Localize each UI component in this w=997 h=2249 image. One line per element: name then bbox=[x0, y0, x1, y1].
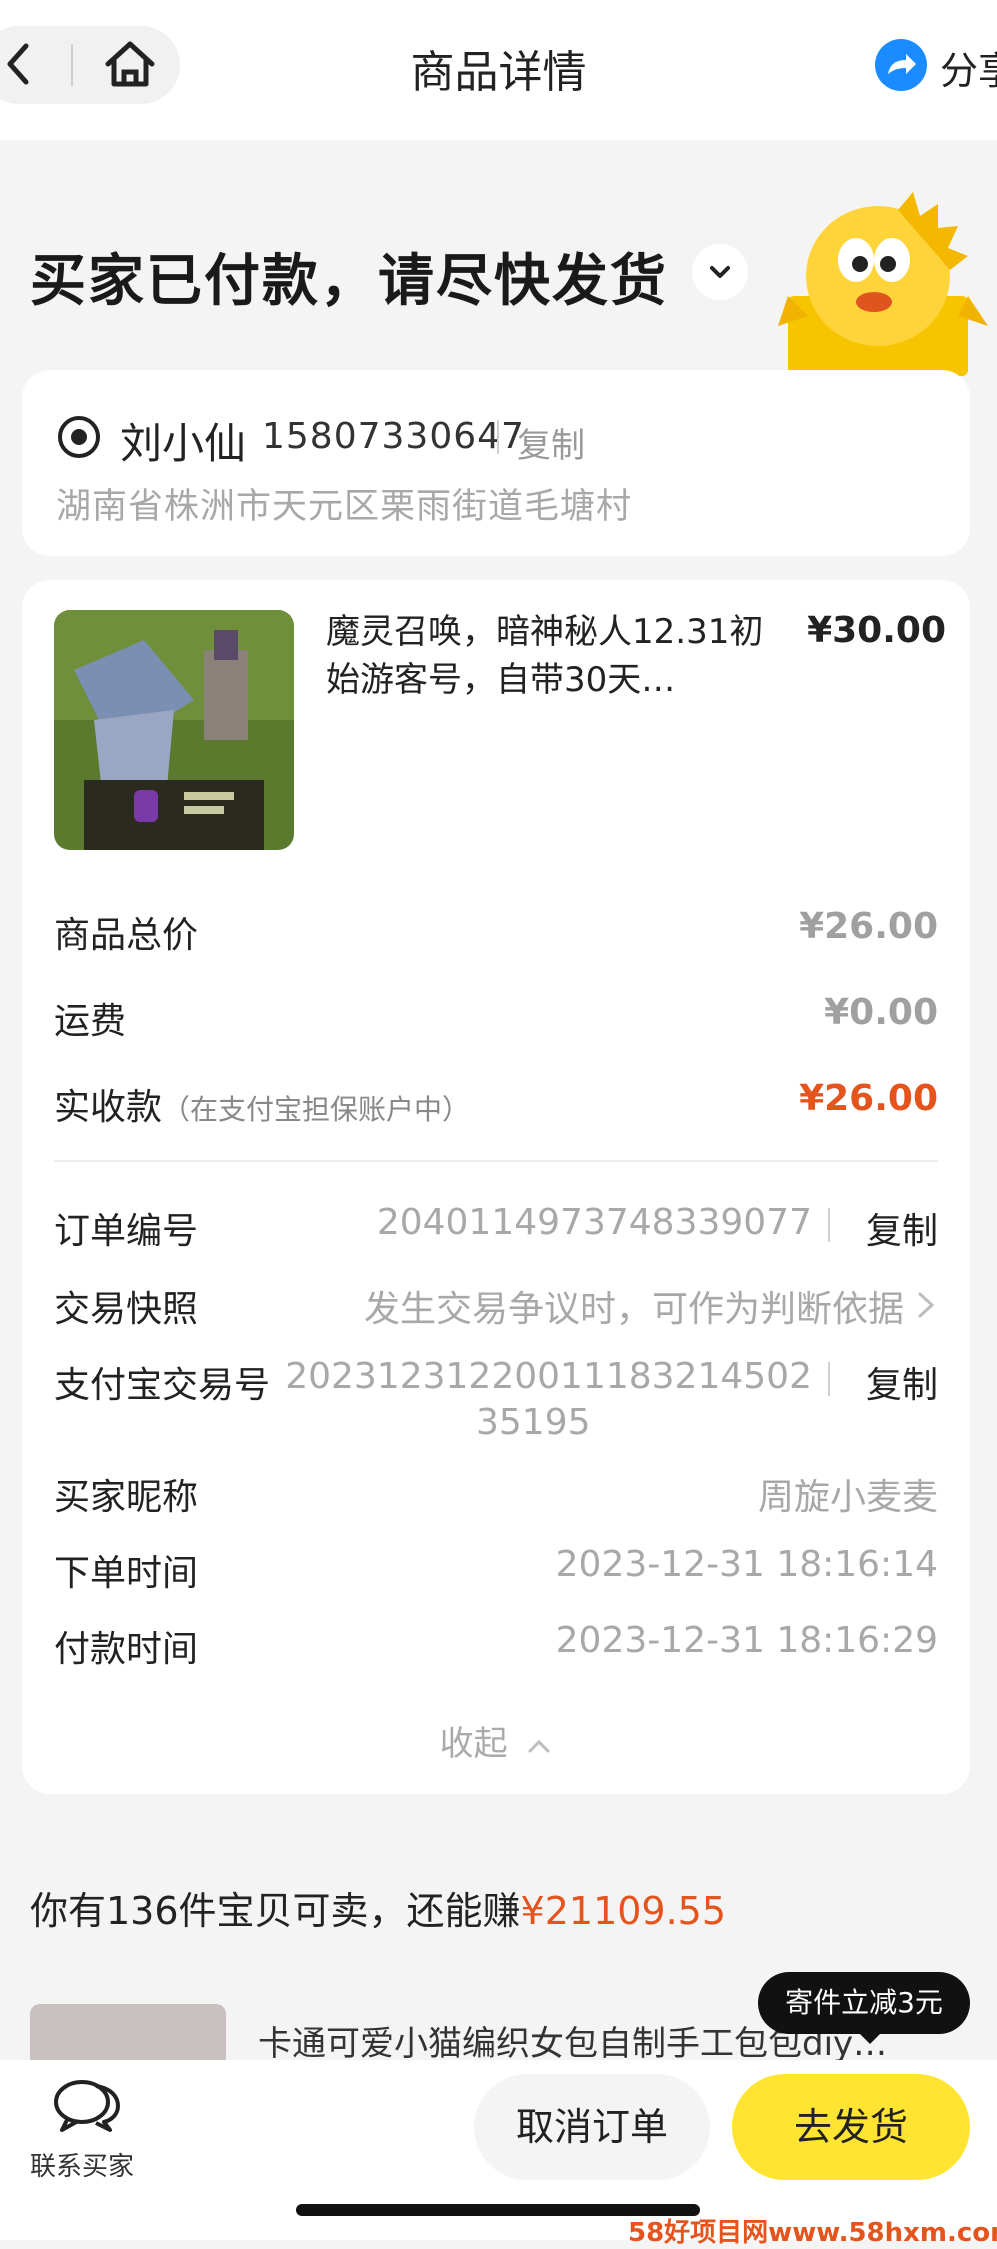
chevron-down-icon[interactable] bbox=[692, 244, 748, 300]
detail-row-order-time: 下单时间 2023-12-31 18:16:14 bbox=[54, 1544, 938, 1594]
divider bbox=[497, 420, 499, 454]
chevron-right-icon bbox=[918, 1292, 935, 1318]
summary-value: ¥26.00 bbox=[799, 1078, 938, 1119]
detail-label: 订单编号 bbox=[54, 1211, 199, 1252]
top-nav-bar: 商品详情 分享 bbox=[0, 0, 997, 140]
sell-prompt-text: 你有136件宝贝可卖，还能赚 bbox=[30, 1889, 521, 1933]
detail-label: 付款时间 bbox=[54, 1629, 199, 1670]
watermark: 58好项目网www.58hxm.com bbox=[628, 2218, 997, 2248]
shipping-discount-tip: 寄件立减3元 bbox=[758, 1972, 970, 2034]
copy-alipay-number-button[interactable]: 复制 bbox=[866, 1356, 938, 1408]
sellable-items-prompt: 你有136件宝贝可卖，还能赚¥21109.55 bbox=[30, 1880, 726, 1935]
summary-label: 运费 bbox=[54, 1001, 127, 1042]
tip-arrow bbox=[858, 2032, 882, 2044]
detail-label: 下单时间 bbox=[54, 1553, 199, 1594]
recipient-name: 刘小仙 bbox=[120, 419, 247, 468]
mascot-illustration bbox=[778, 192, 988, 376]
summary-label: 商品总价 bbox=[54, 915, 199, 956]
detail-label: 交易快照 bbox=[54, 1289, 199, 1330]
recipient-phone: 15807330647 bbox=[262, 416, 525, 457]
divider bbox=[54, 1160, 938, 1162]
order-number: 2040114973748339077 bbox=[376, 1202, 812, 1243]
recipient-address: 湖南省株洲市天元区栗雨街道毛塘村 bbox=[56, 487, 633, 527]
order-time: 2023-12-31 18:16:14 bbox=[555, 1544, 938, 1585]
order-status-title: 买家已付款，请尽快发货 bbox=[30, 249, 668, 314]
divider bbox=[828, 1362, 830, 1396]
chat-bubble-icon[interactable] bbox=[52, 2078, 122, 2132]
share-label[interactable]: 分享 bbox=[940, 40, 997, 95]
divider bbox=[828, 1208, 830, 1242]
buyer-nickname: 周旋小麦麦 bbox=[757, 1477, 938, 1518]
order-card: 魔灵召唤，暗神秘人12.31初始游客号，自带30天… ¥30.00 商品总价 ¥… bbox=[22, 580, 970, 1794]
summary-row-received: 实收款（在支付宝担保账户中） ¥26.00 bbox=[54, 1078, 938, 1128]
product-title[interactable]: 魔灵召唤，暗神秘人12.31初始游客号，自带30天… bbox=[326, 608, 776, 704]
pay-time: 2023-12-31 18:16:29 bbox=[555, 1620, 938, 1661]
detail-row-order-no: 订单编号 2040114973748339077 复制 bbox=[54, 1202, 938, 1252]
detail-label: 支付宝交易号 bbox=[54, 1365, 271, 1406]
summary-row-shipping: 运费 ¥0.00 bbox=[54, 992, 938, 1042]
share-icon[interactable] bbox=[874, 38, 928, 92]
summary-value: ¥0.00 bbox=[824, 992, 938, 1033]
chevron-up-icon bbox=[528, 1739, 550, 1752]
product-thumbnail[interactable] bbox=[54, 610, 294, 850]
copy-address-button[interactable]: 复制 bbox=[517, 418, 585, 467]
detail-row-snapshot[interactable]: 交易快照 发生交易争议时，可作为判断依据 bbox=[54, 1280, 938, 1330]
detail-row-pay-time: 付款时间 2023-12-31 18:16:29 bbox=[54, 1620, 938, 1670]
product-price: ¥30.00 bbox=[807, 610, 946, 651]
alipay-number-line1: 20231231220011183214502 bbox=[285, 1356, 812, 1397]
summary-label: 实收款（在支付宝担保账户中） bbox=[54, 1087, 471, 1128]
detail-row-alipay-no: 支付宝交易号 20231231220011183214502 35195 复制 bbox=[54, 1356, 938, 1456]
summary-sublabel: （在支付宝担保账户中） bbox=[162, 1093, 471, 1126]
collapse-button[interactable]: 收起 bbox=[22, 1716, 970, 1765]
contact-buyer-label[interactable]: 联系买家 bbox=[30, 2146, 134, 2183]
detail-row-buyer-nick: 买家昵称 周旋小麦麦 bbox=[54, 1468, 938, 1518]
summary-row-total: 商品总价 ¥26.00 bbox=[54, 906, 938, 956]
ship-button[interactable]: 去发货 bbox=[732, 2074, 970, 2180]
copy-order-number-button[interactable]: 复制 bbox=[866, 1202, 938, 1254]
alipay-number-line2: 35195 bbox=[476, 1402, 591, 1443]
cancel-order-button[interactable]: 取消订单 bbox=[474, 2074, 710, 2180]
snapshot-hint[interactable]: 发生交易争议时，可作为判断依据 bbox=[364, 1280, 904, 1332]
address-card: 刘小仙 15807330647 复制 湖南省株洲市天元区栗雨街道毛塘村 bbox=[22, 370, 970, 556]
summary-value: ¥26.00 bbox=[799, 906, 938, 947]
sell-amount: ¥21109.55 bbox=[520, 1889, 727, 1933]
collapse-label: 收起 bbox=[439, 1724, 508, 1764]
detail-label: 买家昵称 bbox=[54, 1477, 199, 1518]
page-title: 商品详情 bbox=[410, 47, 587, 98]
location-pin-icon bbox=[58, 416, 100, 458]
